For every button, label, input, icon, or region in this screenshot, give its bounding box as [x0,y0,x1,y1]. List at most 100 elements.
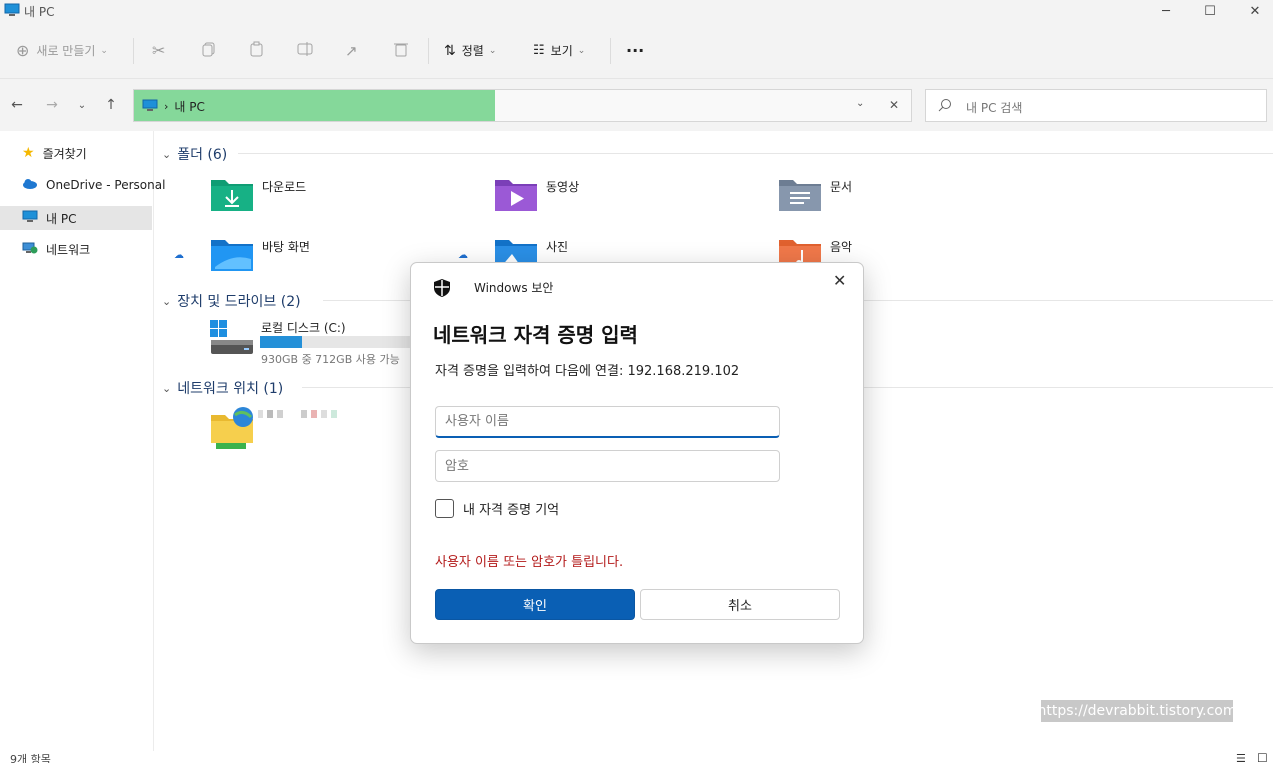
arrow-right-icon: → [46,97,58,113]
sidebar-item-favorites[interactable]: ★ 즐겨찾기 [0,141,152,165]
section-drives[interactable]: ⌄ 장치 및 드라이브 (2) [162,291,301,311]
command-bar: ⊕ 새로 만들기 ⌄ ✂ ↗ ⇅ 정렬 ⌄ ☷ 보기 ⌄ ··· [0,22,1273,79]
breadcrumb: › 내 PC [142,98,205,115]
navigation-pane: ★ 즐겨찾기 OneDrive - Personal 내 PC 네트워크 [0,131,165,751]
breadcrumb-item[interactable]: 내 PC [174,98,204,115]
status-item-count: 9개 항목 [10,753,51,763]
section-folders[interactable]: ⌄ 폴더 (6) [162,144,227,164]
computer-icon [142,99,158,115]
computer-icon [22,210,38,226]
sort-icon: ⇅ [444,42,456,59]
rename-icon [297,41,315,60]
list-view-icon: ☰ [1236,752,1246,763]
minimize-icon: ─ [1162,3,1170,19]
divider [238,153,1273,154]
section-label: 폴더 (6) [177,147,228,163]
sidebar-item-label: OneDrive - Personal [46,178,166,192]
navigation-bar: ← → ⌄ ↑ › 내 PC ⌄ ✕ 내 PC 검색 [0,79,1273,131]
tiles-view-icon: ☐ [1257,751,1268,763]
chevron-down-icon: ⌄ [856,98,865,109]
sidebar-item-onedrive[interactable]: OneDrive - Personal [0,173,165,197]
drive-item[interactable] [210,318,254,359]
recent-locations-button[interactable]: ⌄ [72,95,92,115]
username-field[interactable] [435,406,780,438]
forward-button[interactable]: → [42,95,62,115]
folder-label: 다운로드 [262,180,307,194]
folder-item[interactable]: 다운로드 [210,176,306,215]
ok-button[interactable]: 확인 [435,589,635,620]
remember-credentials-label: 내 자격 증명 기억 [463,503,560,518]
sort-button[interactable]: ⇅ 정렬 ⌄ [444,22,496,79]
maximize-icon: ☐ [1204,3,1216,19]
sidebar-item-label: 내 PC [46,211,77,226]
maximize-button[interactable]: ☐ [1187,0,1233,22]
desktop-folder-icon [210,236,254,275]
credentials-dialog: Windows 보안 ✕ 네트워크 자격 증명 입력 자격 증명을 입력하여 다… [410,262,864,644]
cut-button[interactable]: ✂ [152,22,165,79]
sidebar-item-this-pc[interactable]: 내 PC [0,206,152,230]
chevron-down-icon: ⌄ [162,381,172,395]
copy-button[interactable] [201,22,217,79]
network-location-label [258,410,337,418]
address-dropdown-button[interactable]: ⌄ [856,98,864,109]
close-window-button[interactable]: ✕ [1232,0,1273,22]
chevron-down-icon: ⌄ [100,45,108,56]
dialog-message: 자격 증명을 입력하여 다음에 연결: 192.168.219.102 [435,364,740,379]
drive-usage-fill [260,336,302,348]
up-button[interactable]: ↑ [101,95,121,115]
title-bar: 내 PC ─ ☐ ✕ [0,0,1273,22]
delete-button[interactable] [393,22,409,79]
folder-label: 음악 [830,240,853,254]
details-view-button[interactable]: ☰ [1236,752,1246,763]
search-icon [938,98,952,115]
paste-button[interactable] [249,22,265,79]
trash-icon [393,41,409,60]
address-bar[interactable]: › 내 PC ⌄ ✕ [133,89,912,122]
view-list-icon: ☷ [533,43,545,58]
close-icon: ✕ [889,98,900,112]
dialog-close-button[interactable]: ✕ [833,271,846,290]
sidebar-item-network[interactable]: 네트워크 [0,237,152,261]
folder-label: 사진 [546,240,569,254]
drive-usage-bar [260,336,420,348]
chevron-down-icon: ⌄ [162,147,172,161]
clear-address-button[interactable]: ✕ [889,98,899,112]
section-network[interactable]: ⌄ 네트워크 위치 (1) [162,378,283,398]
chevron-right-icon: › [164,100,169,113]
network-icon [22,241,38,258]
network-location-item[interactable] [210,405,256,454]
divider [428,38,429,64]
close-icon: ✕ [1249,3,1261,19]
rename-button[interactable] [297,22,315,79]
folder-item[interactable]: 바탕 화면 [210,236,310,275]
password-field[interactable] [435,450,780,482]
more-button[interactable]: ··· [626,22,644,79]
folder-item[interactable]: 동영상 [494,176,579,215]
back-button[interactable]: ← [7,95,27,115]
remember-credentials-checkbox[interactable] [435,499,454,518]
computer-icon [4,3,20,20]
chevron-down-icon: ⌄ [488,45,497,56]
tiles-view-button[interactable]: ☐ [1257,751,1268,763]
share-button[interactable]: ↗ [345,22,358,79]
videos-folder-icon [494,176,538,215]
windows-drive-icon [210,318,254,359]
folder-label: 동영상 [546,180,580,194]
view-button[interactable]: ☷ 보기 ⌄ [533,22,585,79]
folder-item[interactable]: 문서 [778,176,852,215]
new-label: 새로 만들기 [36,44,96,58]
search-box[interactable]: 내 PC 검색 [925,89,1267,122]
sidebar-item-label: 즐겨찾기 [42,146,87,161]
copy-icon [201,41,217,60]
plus-circle-icon: ⊕ [16,41,30,60]
remember-credentials-row: 내 자격 증명 기억 [435,499,559,518]
section-label: 장치 및 드라이브 (2) [177,294,301,310]
arrow-up-icon: ↑ [105,97,117,113]
search-placeholder: 내 PC 검색 [966,101,1023,115]
cancel-button[interactable]: 취소 [640,589,840,620]
new-button[interactable]: ⊕ 새로 만들기 ⌄ [16,22,108,79]
paste-icon [249,41,265,60]
divider [133,38,134,64]
minimize-button[interactable]: ─ [1143,0,1189,22]
documents-folder-icon [778,176,822,215]
